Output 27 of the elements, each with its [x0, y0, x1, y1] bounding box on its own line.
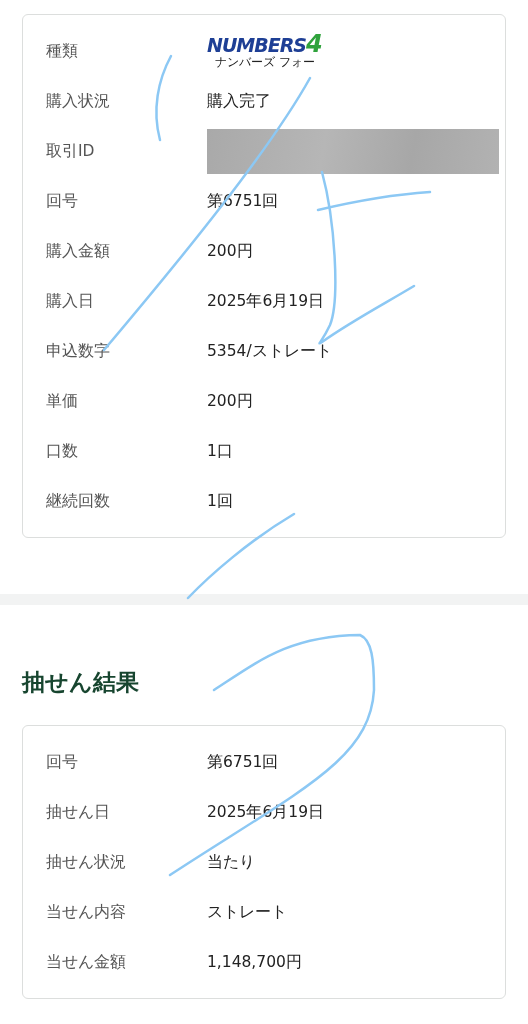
field-label: 抽せん状況: [46, 851, 127, 873]
field-label: 当せん内容: [46, 901, 127, 923]
field-value: 当たり: [207, 851, 255, 873]
field-label: 購入金額: [46, 240, 111, 262]
field-value: 購入完了: [207, 90, 271, 112]
field-label: 回号: [46, 190, 79, 212]
field-value: ストレート: [207, 901, 287, 923]
field-label: 種類: [46, 40, 79, 62]
field-label: 抽せん日: [46, 801, 111, 823]
numbers-logo: NUMBERS4 ナンバーズ フォー: [207, 32, 323, 70]
section-title: 抽せん結果: [22, 668, 140, 697]
field-value: 第6751回: [207, 751, 279, 773]
field-label: 購入日: [46, 290, 95, 312]
field-label: 継続回数: [46, 490, 111, 512]
field-value: 5354/ストレート: [207, 340, 332, 362]
field-value: 1口: [207, 440, 233, 462]
field-label: 単価: [46, 390, 79, 412]
field-label: 購入状況: [46, 90, 111, 112]
field-value: 1回: [207, 490, 233, 512]
field-value: 200円: [207, 390, 253, 412]
field-value: 2025年6月19日: [207, 290, 325, 312]
field-value: 200円: [207, 240, 253, 262]
field-label: 当せん金額: [46, 951, 127, 973]
field-value: 1,148,700円: [207, 951, 302, 973]
field-label: 回号: [46, 751, 79, 773]
field-label: 取引ID: [46, 140, 96, 162]
field-label: 口数: [46, 440, 79, 462]
